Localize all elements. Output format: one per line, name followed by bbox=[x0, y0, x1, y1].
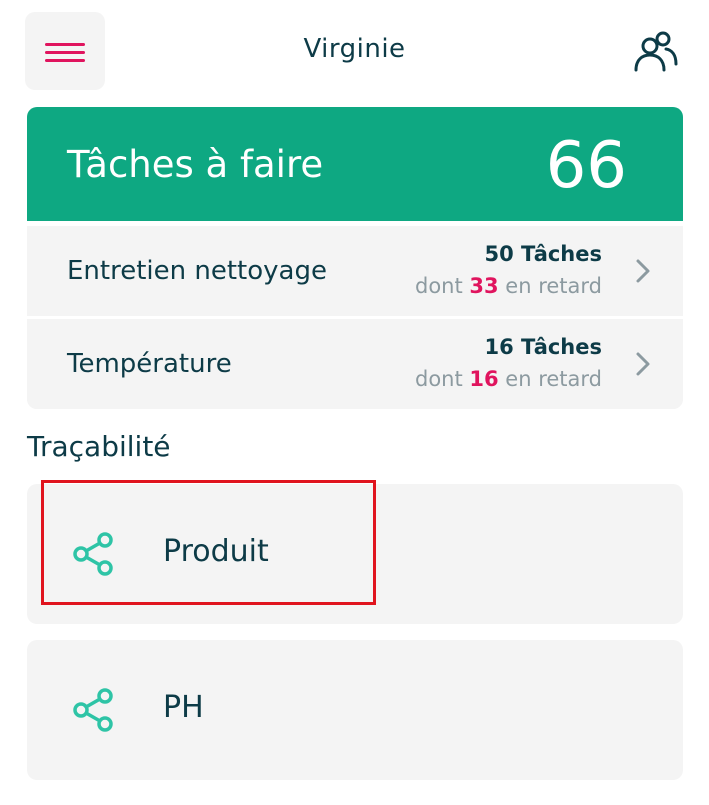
task-count-suffix: Tâches bbox=[513, 242, 602, 266]
late-suffix: en retard bbox=[498, 367, 602, 391]
chevron-right-icon bbox=[636, 259, 650, 283]
task-late-info: dont 33 en retard bbox=[415, 274, 602, 298]
highlight-box bbox=[41, 480, 376, 605]
task-count: 16 Tâches bbox=[485, 335, 603, 359]
tasks-total-count: 66 bbox=[545, 129, 627, 203]
task-count-suffix: Tâches bbox=[513, 335, 602, 359]
task-late-info: dont 16 en retard bbox=[415, 367, 602, 391]
tasks-header: Tâches à faire 66 bbox=[27, 107, 683, 221]
tasks-title: Tâches à faire bbox=[67, 143, 324, 186]
app-header: Virginie bbox=[0, 0, 709, 100]
late-suffix: en retard bbox=[498, 274, 602, 298]
tasks-card: Tâches à faire 66 Entretien nettoyage 50… bbox=[27, 107, 683, 409]
chevron-right-icon bbox=[636, 352, 650, 376]
task-count-value: 16 bbox=[484, 335, 514, 359]
late-count: 16 bbox=[469, 367, 499, 391]
late-prefix: dont bbox=[414, 274, 470, 298]
task-row-temperature[interactable]: Température 16 Tâches dont 16 en retard bbox=[27, 319, 683, 409]
task-count: 50 Tâches bbox=[485, 242, 603, 266]
users-button[interactable] bbox=[630, 28, 680, 78]
section-title-tracabilite: Traçabilité bbox=[27, 430, 171, 463]
task-row-entretien-nettoyage[interactable]: Entretien nettoyage 50 Tâches dont 33 en… bbox=[27, 226, 683, 316]
task-row-label: Entretien nettoyage bbox=[67, 256, 327, 286]
trace-item-label: PH bbox=[163, 690, 204, 725]
late-count: 33 bbox=[469, 274, 499, 298]
task-count-value: 50 bbox=[484, 242, 514, 266]
user-name: Virginie bbox=[303, 34, 406, 64]
users-icon bbox=[634, 31, 678, 72]
trace-item-ph[interactable]: PH bbox=[27, 640, 683, 780]
late-prefix: dont bbox=[414, 367, 470, 391]
share-icon bbox=[73, 688, 113, 732]
task-row-label: Température bbox=[67, 349, 232, 379]
